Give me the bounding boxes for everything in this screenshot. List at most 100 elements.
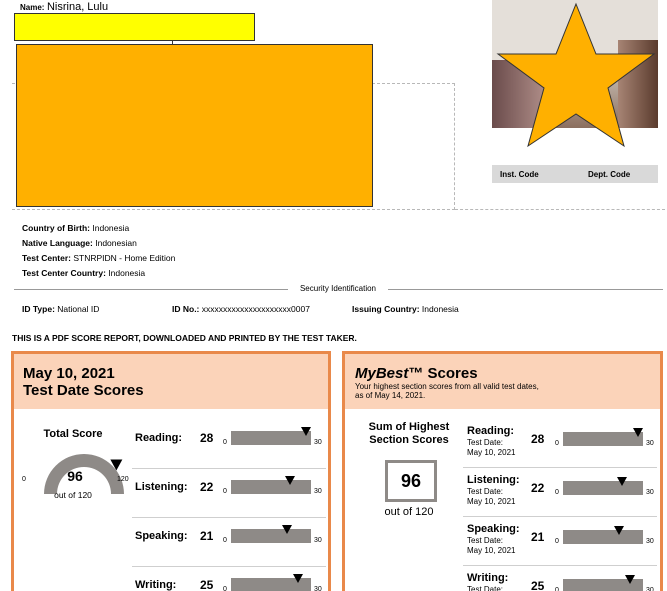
score-marker-icon [624, 575, 635, 584]
row-divider [132, 468, 326, 469]
bar-max: 30 [646, 440, 654, 447]
pdf-note: THIS IS A PDF SCORE REPORT, DOWNLOADED A… [12, 333, 357, 343]
test-date-label: Test Date: [467, 536, 504, 545]
mybest-section-name-writing: Writing: [467, 572, 509, 584]
bar-max: 30 [646, 538, 654, 545]
section-score-reading: 28 [200, 431, 214, 445]
score-marker-icon [632, 428, 643, 437]
sum-label: Sum of Highest Section Scores [368, 421, 450, 446]
bar-max: 30 [314, 488, 322, 495]
score-marker-icon [282, 525, 292, 534]
score-marker-icon [292, 574, 303, 583]
bar-min: 0 [555, 489, 559, 496]
bar-min: 0 [555, 440, 559, 447]
panel-title: MyBest™ Scores [355, 365, 478, 382]
test-date: May 10, 2021 [23, 365, 115, 382]
section-score-listening: 22 [200, 480, 214, 494]
bar-min: 0 [223, 586, 227, 591]
redaction-star-icon [496, 2, 656, 148]
bar-min: 0 [555, 538, 559, 545]
bar-max: 30 [646, 489, 654, 496]
id-type: National ID [57, 304, 100, 314]
dept-code-label: Dept. Code [588, 170, 631, 179]
bar-max: 30 [314, 439, 322, 446]
section-name-listening: Listening: [135, 481, 188, 493]
bar-max: 30 [314, 586, 322, 591]
section-bar-reading [231, 431, 311, 445]
id-no-row: ID No.: xxxxxxxxxxxxxxxxxxxxx0007 [172, 304, 310, 314]
mybest-section-bar-listening [563, 481, 643, 495]
sum-out-of: out of 120 [384, 506, 434, 518]
test-date-value: May 10, 2021 [467, 497, 516, 506]
panel-subtitle-2: as of May 14, 2021. [355, 391, 426, 400]
mybest-section-bar-reading [563, 432, 643, 446]
test-date-value: May 10, 2021 [467, 546, 516, 555]
section-name-writing: Writing: [135, 579, 177, 591]
mybest-section-score-listening: 22 [531, 481, 545, 495]
gauge-min: 0 [22, 476, 26, 483]
security-title: Security Identification [299, 284, 377, 293]
row-divider [463, 565, 657, 566]
mybest-section-score-writing: 25 [531, 579, 545, 591]
test-date-scores-panel: May 10, 2021 Test Date Scores Total Scor… [11, 351, 331, 591]
id-type-row: ID Type: National ID [22, 304, 100, 314]
section-name-reading: Reading: [135, 432, 183, 444]
panel-header: May 10, 2021 Test Date Scores [14, 354, 328, 409]
bar-min: 0 [223, 488, 227, 495]
score-marker-icon [616, 477, 627, 486]
redaction-yellow-box [14, 13, 255, 41]
name-line: Name: Nisrina, Lulu [20, 1, 108, 13]
bar-min: 0 [223, 537, 227, 544]
row-divider [132, 566, 326, 567]
divider [455, 209, 665, 210]
issuing-country-row: Issuing Country: Indonesia [352, 304, 459, 314]
score-marker-icon [284, 476, 295, 485]
name-value: Nisrina, Lulu [46, 1, 109, 13]
total-out-of: out of 120 [54, 490, 92, 500]
country-of-birth-row: Country of Birth: Indonesia [22, 223, 130, 233]
mybest-section-name-speaking: Speaking: [467, 523, 520, 535]
sum-score-box: 96 [385, 460, 437, 502]
mybest-section-score-reading: 28 [531, 432, 545, 446]
mybest-section-bar-speaking [563, 530, 643, 544]
section-score-writing: 25 [200, 578, 214, 591]
inst-code-label: Inst. Code [500, 170, 539, 179]
divider [14, 289, 288, 290]
mybest-scores-panel: MyBest™ Scores Your highest section scor… [342, 351, 663, 591]
mybest-section-score-speaking: 21 [531, 530, 545, 544]
section-bar-listening [231, 480, 311, 494]
total-score-value: 96 [67, 468, 83, 484]
section-bar-speaking [231, 529, 311, 543]
bar-max: 30 [646, 587, 654, 591]
country-of-birth: Indonesia [92, 223, 130, 233]
issuing-country: Indonesia [421, 304, 459, 314]
mybest-section-name-reading: Reading: [467, 425, 515, 437]
gauge-max: 120 [117, 476, 129, 483]
bar-min: 0 [223, 439, 227, 446]
test-center-country-row: Test Center Country: Indonesia [22, 268, 146, 278]
row-divider [463, 467, 657, 468]
test-date-label: Test Date: [467, 487, 504, 496]
test-date-label: Test Date: [467, 438, 504, 447]
panel-header: MyBest™ Scores Your highest section scor… [345, 354, 660, 409]
test-date-label: Test Date: [467, 585, 504, 591]
score-marker-icon [300, 427, 311, 436]
test-center-country: Indonesia [108, 268, 146, 278]
test-center: STNRPIDN - Home Edition [73, 253, 176, 263]
section-name-speaking: Speaking: [135, 530, 188, 542]
panel-title: Test Date Scores [23, 382, 144, 399]
row-divider [132, 517, 326, 518]
redaction-orange-box [16, 44, 373, 207]
test-center-row: Test Center: STNRPIDN - Home Edition [22, 253, 176, 263]
test-date-value: May 10, 2021 [467, 448, 516, 457]
mybest-section-name-listening: Listening: [467, 474, 520, 486]
bar-min: 0 [555, 587, 559, 591]
native-language: Indonesian [95, 238, 137, 248]
score-marker-icon [614, 526, 624, 535]
id-no: xxxxxxxxxxxxxxxxxxxxx0007 [201, 304, 310, 314]
native-language-row: Native Language: Indonesian [22, 238, 137, 248]
divider [388, 289, 663, 290]
bar-max: 30 [314, 537, 322, 544]
name-label: Name: [20, 3, 45, 12]
section-score-speaking: 21 [200, 529, 214, 543]
